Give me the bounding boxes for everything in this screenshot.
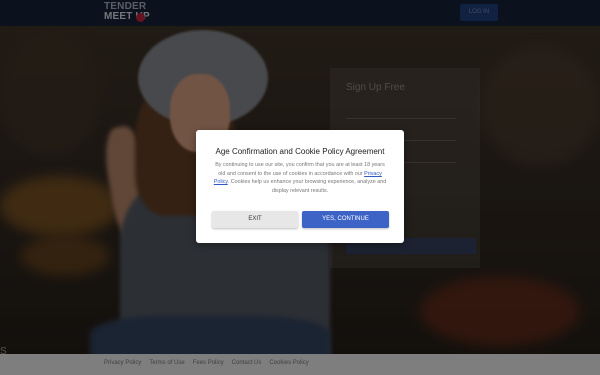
modal-body: By continuing to use our site, you confi… [212,161,388,196]
modal-body-text: By continuing to use our site, you confi… [215,162,385,177]
modal-title: Age Confirmation and Cookie Policy Agree… [215,147,385,156]
confirm-button[interactable]: YES, CONTINUE [302,211,389,228]
modal-body-text-end: . Cookies help us enhance your browsing … [227,179,387,195]
exit-button[interactable]: EXIT [212,211,298,228]
age-cookie-modal: Age Confirmation and Cookie Policy Agree… [196,130,404,243]
